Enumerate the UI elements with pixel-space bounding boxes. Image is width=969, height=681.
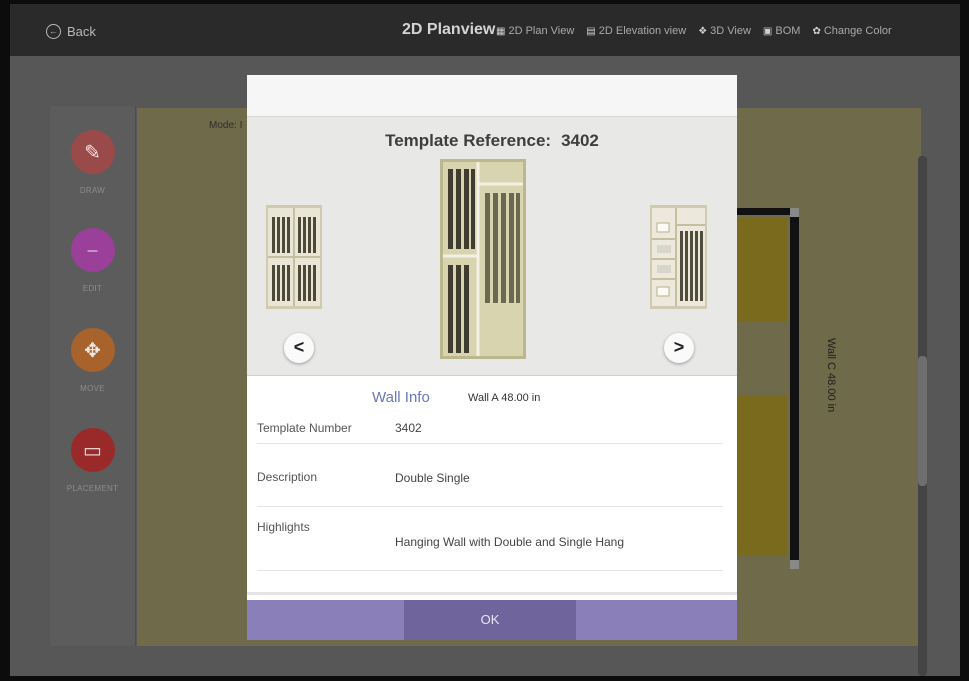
info-row-key: Highlights [257,520,310,534]
mode-label: Mode: I [209,120,243,131]
nav-label: BOM [775,25,801,37]
info-row-key: Template Number [257,421,352,435]
pencil-icon: ✎ [70,130,115,174]
dialog-divider [247,592,737,595]
dialog-footer: OK [247,600,737,640]
info-row-key: Description [257,470,318,484]
nav-2d-plan-view[interactable]: ▦ 2D Plan View [496,25,574,37]
scrollbar-thumb[interactable] [918,356,927,486]
info-row-value: Hanging Wall with Double and Single Hang [395,535,625,549]
document-icon: ▣ [762,25,773,37]
info-row-template-number: Template Number 3402 [257,414,723,444]
template-reference: Template Reference: 3402 [247,131,737,151]
chevron-right-icon: > [673,337,685,357]
info-row-description: Description Double Single [257,443,723,507]
nav-3d-view[interactable]: ❖ 3D View [698,25,751,37]
top-toolbar: ← Back 2D Planview ▦ 2D Plan View ▤ 2D E… [10,4,960,56]
plan-icon: ▦ [496,25,506,37]
next-template-button[interactable]: > [664,333,694,363]
palette-icon: ✿ [812,25,821,37]
placement-icon: ▭ [70,428,115,472]
back-label: Back [67,24,96,39]
nav-2d-elevation-view[interactable]: ▤ 2D Elevation view [586,25,686,37]
template-gallery: Template Reference: 3402 < > [247,117,737,375]
wall-handle-top[interactable] [790,208,799,217]
info-row-value: 3402 [395,421,422,435]
wall-info-title: Wall Info [372,389,430,406]
chevron-left-icon: < [293,337,305,357]
nav-change-color[interactable]: ✿ Change Color [812,25,891,37]
nav-label: Change Color [823,25,892,37]
edit-tool[interactable]: ⎯ EDIT [50,228,135,293]
ruler-icon: ⎯ [70,228,115,272]
info-row-highlights: Highlights Hanging Wall with Double and … [257,506,723,571]
nav-label: 2D Plan View [508,25,575,37]
nav-bom[interactable]: ▣ BOM [763,25,801,37]
back-arrow-icon: ← [46,24,61,39]
closet-image-current [440,159,526,359]
move-tool[interactable]: ✥ MOVE [50,328,135,393]
move-label: MOVE [80,384,105,393]
move-icon: ✥ [70,328,115,372]
wall-segment-top[interactable] [727,208,799,215]
ok-button[interactable]: OK [404,600,576,640]
placement-label: PLACEMENT [66,484,119,493]
back-button[interactable]: ← Back [46,24,96,39]
nav-label: 2D Elevation view [598,25,687,37]
draw-tool[interactable]: ✎ DRAW [50,130,135,195]
page-title: 2D Planview [402,21,496,38]
template-dialog: Template Reference: 3402 < > Wall Info W… [247,75,737,640]
template-thumbnail-current[interactable] [440,159,526,359]
wall-handle-bottom[interactable] [790,560,799,569]
dialog-header [247,75,737,117]
edit-label: EDIT [82,284,103,293]
wall-info-panel: Wall Info Wall A 48.00 in Template Numbe… [247,375,737,596]
template-thumbnail-prev[interactable] [266,205,322,309]
template-thumbnail-next[interactable] [650,205,707,309]
wall-c-label: Wall C 48.00 in [825,338,837,413]
tool-panel: ✎ DRAW ⎯ EDIT ✥ MOVE ▭ PLACEMENT [50,106,136,646]
template-reference-label: Template Reference: [385,131,552,150]
cube-icon: ❖ [698,25,708,37]
wall-info-value: Wall A 48.00 in [468,392,541,404]
view-nav: ▦ 2D Plan View ▤ 2D Elevation view ❖ 3D … [496,25,892,37]
prev-template-button[interactable]: < [284,333,314,363]
placement-tool[interactable]: ▭ PLACEMENT [50,428,135,493]
template-reference-value: 3402 [561,131,599,150]
info-row-value: Double Single [395,471,470,485]
elevation-icon: ▤ [586,25,596,37]
draw-label: DRAW [79,186,106,195]
closet-image-prev [266,205,322,309]
closet-image-next [650,205,707,309]
wall-c[interactable] [790,208,799,564]
nav-label: 3D View [710,25,751,37]
